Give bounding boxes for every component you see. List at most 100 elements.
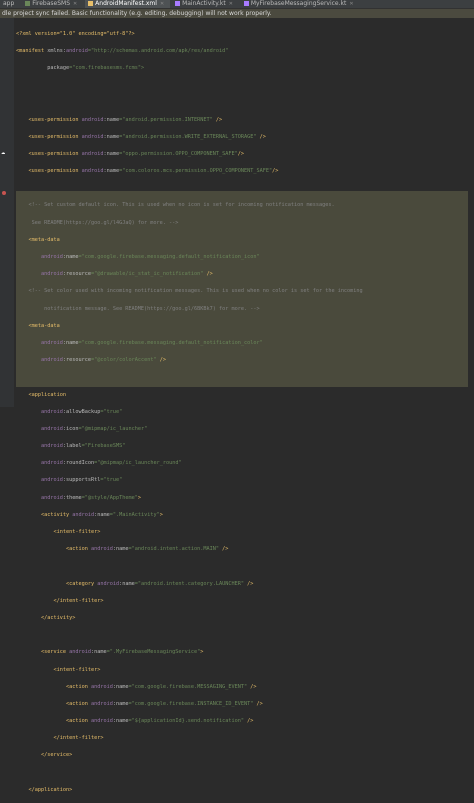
tab-android-manifest[interactable]: AndroidManifest.xml ✕ bbox=[85, 0, 171, 8]
code-line[interactable]: <meta-data bbox=[16, 322, 363, 331]
xml-declaration: <?xml version="1.0" encoding="utf-8"?> bbox=[16, 30, 135, 37]
code-token: android bbox=[41, 494, 63, 501]
code-line[interactable]: <intent-filter> bbox=[16, 528, 363, 537]
code-token: <action bbox=[16, 546, 91, 553]
code-line[interactable]: <uses-permission android:name="oppo.perm… bbox=[16, 150, 363, 159]
code-line[interactable]: <action android:name="android.intent.act… bbox=[16, 545, 363, 554]
code-line[interactable]: <!-- Set color used with incoming notifi… bbox=[16, 287, 363, 296]
code-token: @mipmap/ic_launcher_round bbox=[100, 460, 179, 467]
tab-label: app bbox=[3, 0, 15, 7]
code-token: <uses-permission bbox=[16, 116, 82, 123]
color-marker-icon[interactable] bbox=[2, 191, 6, 195]
code-line[interactable]: <activity android:name=".MainActivity"> bbox=[16, 511, 363, 520]
code-line[interactable]: </application> bbox=[16, 786, 363, 795]
code-token: android.intent.action.MAIN bbox=[134, 546, 216, 553]
code-line[interactable]: <uses-permission android:name="com.color… bbox=[16, 167, 363, 176]
code-token: com.coloros.mcs.permission.OPPO_COMPONEN… bbox=[125, 168, 270, 175]
code-token: :resource bbox=[62, 271, 91, 278]
code-line[interactable]: <!-- Set custom default icon. This is us… bbox=[16, 201, 363, 210]
code-line[interactable] bbox=[16, 98, 363, 107]
code-comment: <!-- Set color used with incoming notifi… bbox=[28, 288, 363, 295]
code-token: </intent-filter> bbox=[16, 597, 104, 604]
close-icon[interactable]: ✕ bbox=[73, 1, 77, 7]
code-token: android bbox=[41, 271, 63, 278]
banner-text: dle project sync failed. Basic functiona… bbox=[2, 10, 272, 17]
code-token: :name bbox=[90, 649, 107, 656]
code-token: @style/AppTheme bbox=[87, 494, 135, 501]
code-line[interactable]: android:resource="@drawable/ic_stat_ic_n… bbox=[16, 270, 363, 279]
code-line[interactable]: <service android:name=".MyFirebaseMessag… bbox=[16, 648, 363, 657]
code-line[interactable]: android:label="FirebaseSMS" bbox=[16, 442, 363, 451]
code-token: <uses-permission bbox=[16, 168, 82, 175]
code-line[interactable] bbox=[16, 81, 363, 90]
code-token: <activity bbox=[16, 511, 73, 518]
code-line[interactable]: notification message. See README(https:/… bbox=[16, 305, 363, 314]
code-token: android bbox=[90, 546, 113, 553]
code-token: :roundIcon bbox=[62, 460, 95, 467]
code-line[interactable]: <application bbox=[16, 391, 363, 400]
code-token: <manifest bbox=[16, 47, 48, 54]
code-comment: See README(https://goo.gl/l4GJaQ) for mo… bbox=[31, 219, 179, 226]
code-token: <intent-filter> bbox=[16, 666, 101, 673]
code-line[interactable]: android:resource="@color/colorAccent" /> bbox=[16, 356, 363, 365]
code-token: android bbox=[41, 460, 63, 467]
code-line[interactable]: <action android:name="com.google.firebas… bbox=[16, 700, 363, 709]
code-line[interactable] bbox=[16, 373, 363, 382]
code-line[interactable]: </intent-filter> bbox=[16, 734, 363, 743]
code-token: <meta-data bbox=[16, 236, 60, 243]
code-line[interactable]: android:supportsRtl="true" bbox=[16, 476, 363, 485]
code-line[interactable]: android:icon="@mipmap/ic_launcher" bbox=[16, 425, 363, 434]
code-line[interactable] bbox=[16, 631, 363, 640]
tab-label: AndroidManifest.xml bbox=[95, 0, 157, 7]
code-token: /> bbox=[159, 357, 166, 364]
lightbulb-icon[interactable]: ☁ bbox=[1, 148, 8, 157]
code-line[interactable]: <action android:name="com.google.firebas… bbox=[16, 683, 363, 692]
code-token: </service> bbox=[16, 752, 73, 759]
code-line[interactable]: <action android:name="${applicationId}.s… bbox=[16, 717, 363, 726]
tab-firebasesms[interactable]: FirebaseSMS ✕ bbox=[22, 0, 83, 8]
code-token: <action bbox=[16, 718, 91, 725]
code-line[interactable]: android:theme="@style/AppTheme"> bbox=[16, 494, 363, 503]
code-line[interactable]: package="com.firebasesms.fcms"> bbox=[16, 64, 363, 73]
code-token: android bbox=[81, 150, 104, 157]
code-line[interactable] bbox=[16, 562, 363, 571]
code-line[interactable]: android:name="com.google.firebase.messag… bbox=[16, 253, 363, 262]
line-gutter[interactable]: ☁ bbox=[0, 18, 14, 407]
code-line[interactable]: <?xml version="1.0" encoding="utf-8"?> bbox=[16, 30, 363, 39]
tab-main-activity[interactable]: MainActivity.kt ✕ bbox=[172, 0, 239, 8]
code-line[interactable]: <meta-data bbox=[16, 236, 363, 245]
code-token: com.google.firebase.messaging.default_no… bbox=[84, 254, 257, 261]
code-token: android bbox=[69, 649, 91, 656]
code-line[interactable] bbox=[16, 769, 363, 778]
code-line[interactable]: android:roundIcon="@mipmap/ic_launcher_r… bbox=[16, 459, 363, 468]
code-editor[interactable]: <?xml version="1.0" encoding="utf-8"?> <… bbox=[16, 21, 363, 803]
code-line[interactable]: <category android:name="android.intent.c… bbox=[16, 580, 363, 589]
code-line[interactable]: See README(https://goo.gl/l4GJaQ) for mo… bbox=[16, 219, 363, 228]
code-line[interactable]: <intent-filter> bbox=[16, 666, 363, 675]
code-token: > bbox=[159, 511, 163, 518]
code-line[interactable]: <uses-permission android:name="android.p… bbox=[16, 133, 363, 142]
tab-app[interactable]: app bbox=[0, 0, 20, 8]
code-token: :name bbox=[119, 580, 135, 587]
close-icon[interactable]: ✕ bbox=[349, 1, 353, 7]
code-token: true bbox=[106, 477, 120, 484]
code-token: /> bbox=[237, 150, 245, 157]
code-line[interactable]: </service> bbox=[16, 751, 363, 760]
close-icon[interactable]: ✕ bbox=[229, 1, 233, 7]
code-line[interactable]: <manifest xmlns:android="http://schemas.… bbox=[16, 47, 363, 56]
sync-failed-banner: dle project sync failed. Basic functiona… bbox=[0, 9, 474, 18]
code-line[interactable]: <uses-permission android:name="android.p… bbox=[16, 116, 363, 125]
code-line[interactable] bbox=[16, 184, 363, 193]
code-token: > bbox=[200, 649, 204, 656]
code-token: /> bbox=[206, 271, 213, 278]
code-line[interactable]: </intent-filter> bbox=[16, 597, 363, 606]
tab-firebase-messaging-service[interactable]: MyFirebaseMessagingService.kt ✕ bbox=[241, 0, 360, 8]
code-token: :name bbox=[103, 116, 120, 123]
code-token: /> bbox=[222, 546, 229, 553]
code-line[interactable]: android:allowBackup="true" bbox=[16, 408, 363, 417]
code-line[interactable]: android:name="com.google.firebase.messag… bbox=[16, 339, 363, 348]
code-line[interactable]: </activity> bbox=[16, 614, 363, 623]
code-token: " bbox=[144, 425, 148, 432]
close-icon[interactable]: ✕ bbox=[160, 1, 164, 7]
code-token: </application> bbox=[16, 786, 73, 793]
